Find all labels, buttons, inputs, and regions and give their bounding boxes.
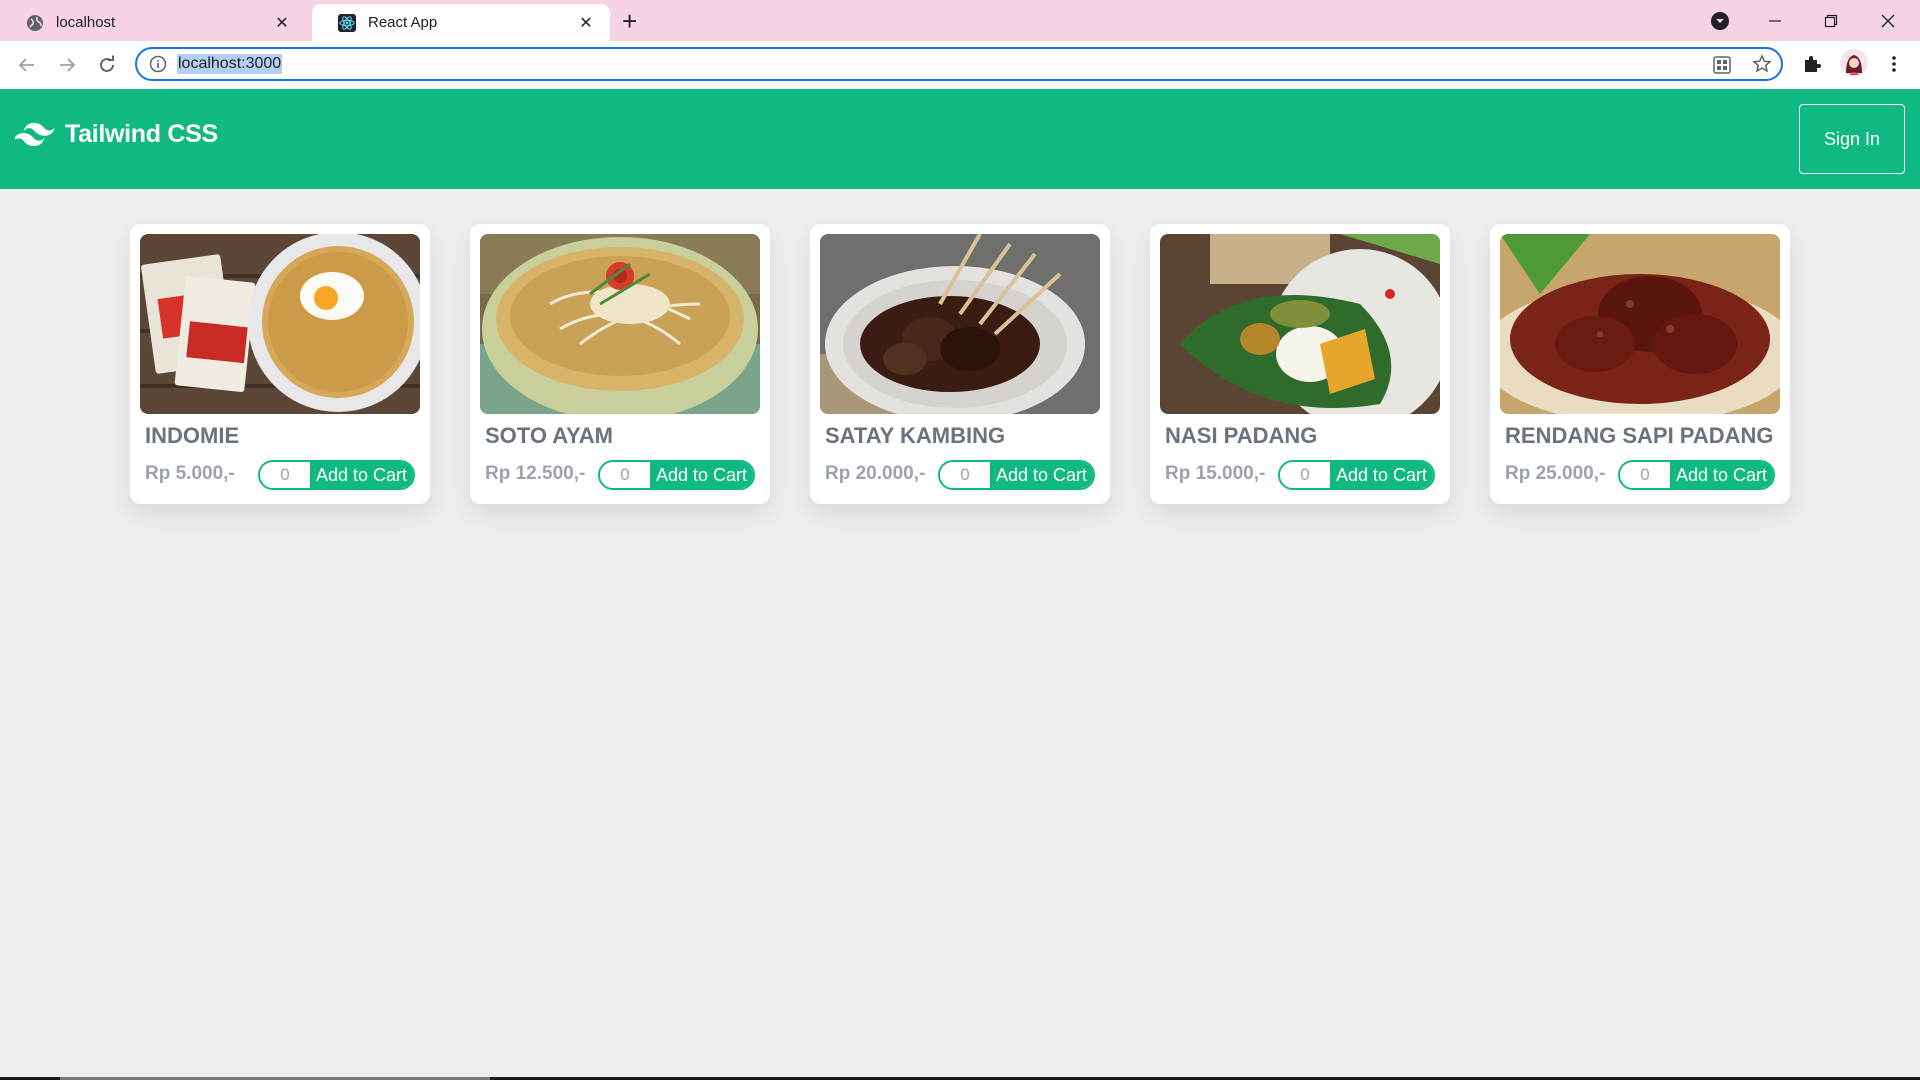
globe-icon xyxy=(27,14,43,31)
product-card: SATAY KAMBING Rp 20.000,- Add to Cart xyxy=(810,224,1110,504)
menu-kebab-icon[interactable] xyxy=(1884,54,1904,74)
add-to-cart-group: Add to Cart xyxy=(257,460,415,490)
tailwind-logo-icon xyxy=(15,122,55,146)
forward-icon[interactable] xyxy=(53,51,81,79)
sign-in-button[interactable]: Sign In xyxy=(1799,104,1905,174)
add-to-cart-button[interactable]: Add to Cart xyxy=(649,462,753,488)
product-image-soto-ayam xyxy=(480,234,760,414)
back-icon[interactable] xyxy=(13,51,41,79)
quantity-input[interactable] xyxy=(939,462,990,488)
minimize-icon[interactable] xyxy=(1768,4,1782,38)
close-tab-icon[interactable]: ✕ xyxy=(272,13,292,33)
reload-icon[interactable] xyxy=(93,51,121,79)
quantity-input[interactable] xyxy=(599,462,650,488)
brand-name: Tailwind CSS xyxy=(65,120,218,148)
product-image-rendang-sapi-padang xyxy=(1500,234,1780,414)
add-to-cart-button[interactable]: Add to Cart xyxy=(1329,462,1433,488)
product-name: NASI PADANG xyxy=(1165,423,1318,448)
tab-react-app[interactable]: React App ✕ xyxy=(312,4,610,41)
product-image-satay-kambing xyxy=(820,234,1100,414)
product-price: Rp 25.000,- xyxy=(1505,463,1606,484)
add-to-cart-group: Add to Cart xyxy=(597,460,755,490)
close-window-icon[interactable] xyxy=(1880,4,1896,38)
quantity-input[interactable] xyxy=(259,462,310,488)
new-tab-icon[interactable]: + xyxy=(622,6,637,36)
extensions-icon[interactable] xyxy=(1802,54,1822,74)
brand[interactable]: Tailwind CSS xyxy=(15,120,218,149)
add-to-cart-group: Add to Cart xyxy=(1617,460,1775,490)
add-to-cart-button[interactable]: Add to Cart xyxy=(1669,462,1773,488)
bookmark-star-icon[interactable] xyxy=(1752,54,1772,74)
add-to-cart-group: Add to Cart xyxy=(937,460,1095,490)
quantity-input[interactable] xyxy=(1619,462,1670,488)
tab-localhost[interactable]: localhost ✕ xyxy=(0,4,306,41)
product-price: Rp 20.000,- xyxy=(825,463,926,484)
add-to-cart-button[interactable]: Add to Cart xyxy=(309,462,413,488)
site-info-icon[interactable] xyxy=(149,55,167,73)
profile-avatar[interactable] xyxy=(1840,49,1868,77)
product-price: Rp 12.500,- xyxy=(485,463,586,484)
product-card: SOTO AYAM Rp 12.500,- Add to Cart xyxy=(470,224,770,504)
close-tab-icon[interactable]: ✕ xyxy=(576,13,596,33)
app-navbar: Tailwind CSS Sign In xyxy=(0,89,1920,189)
product-name: SATAY KAMBING xyxy=(825,423,1006,448)
tab-title: localhost xyxy=(56,14,116,31)
product-name: INDOMIE xyxy=(145,423,240,448)
product-card: NASI PADANG Rp 15.000,- Add to Cart xyxy=(1150,224,1450,504)
browser-toolbar: localhost:3000 xyxy=(0,41,1920,90)
restore-icon[interactable] xyxy=(1824,4,1838,38)
product-card: RENDANG SAPI PADANG Rp 25.000,- Add to C… xyxy=(1490,224,1790,504)
qr-code-icon[interactable] xyxy=(1712,55,1732,75)
product-price: Rp 15.000,- xyxy=(1165,463,1266,484)
product-card: INDOMIE Rp 5.000,- Add to Cart xyxy=(130,224,430,504)
product-image-nasi-padang xyxy=(1160,234,1440,414)
add-to-cart-button[interactable]: Add to Cart xyxy=(989,462,1093,488)
quantity-input[interactable] xyxy=(1279,462,1330,488)
url-text[interactable]: localhost:3000 xyxy=(177,54,283,74)
product-price: Rp 5.000,- xyxy=(145,463,235,484)
product-name: SOTO AYAM xyxy=(485,423,613,448)
browser-tab-bar: localhost ✕ React App ✕ + xyxy=(0,0,1920,41)
tab-search-icon[interactable] xyxy=(1710,4,1730,38)
react-icon xyxy=(338,13,356,32)
tab-title: React App xyxy=(368,14,438,31)
add-to-cart-group: Add to Cart xyxy=(1277,460,1435,490)
product-image-indomie xyxy=(140,234,420,414)
product-name: RENDANG SAPI PADANG xyxy=(1505,423,1774,448)
address-bar[interactable]: localhost:3000 xyxy=(135,47,1783,81)
